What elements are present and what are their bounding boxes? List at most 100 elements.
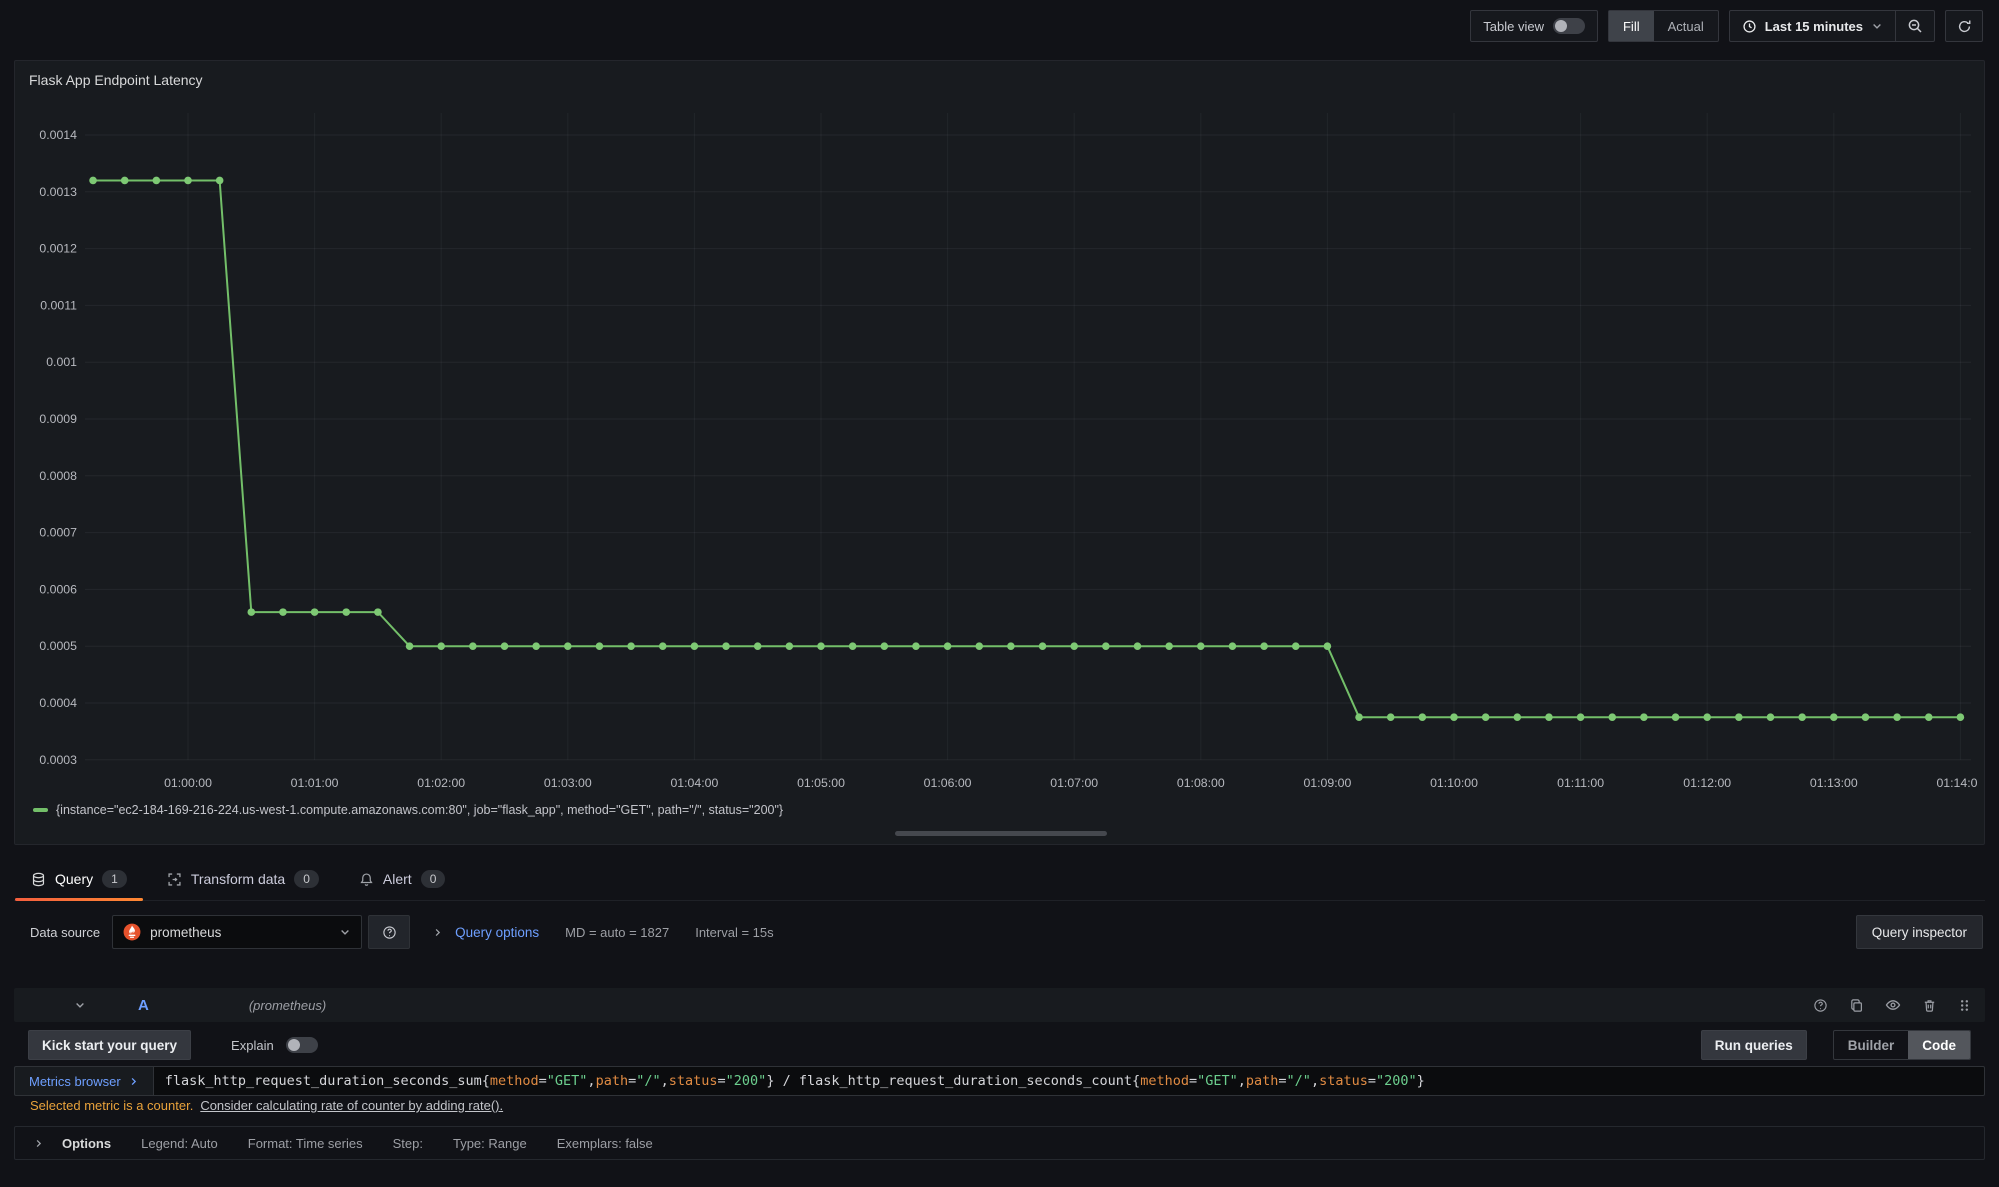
x-axis-tick: 01:08:00 bbox=[1177, 776, 1225, 790]
series-point bbox=[248, 608, 256, 616]
chevron-right-icon[interactable] bbox=[33, 1138, 44, 1149]
query-options-link[interactable]: Query options bbox=[455, 925, 539, 940]
query-ref-id[interactable]: A bbox=[138, 997, 149, 1014]
y-axis-tick: 0.0003 bbox=[39, 753, 77, 767]
code-mode-option[interactable]: Code bbox=[1908, 1031, 1970, 1059]
kick-start-query-button[interactable]: Kick start your query bbox=[28, 1030, 191, 1060]
query-token: } / flask_http_request_duration_seconds_… bbox=[766, 1073, 1140, 1089]
series-point bbox=[1735, 713, 1743, 721]
query-options-summary-row[interactable]: Options Legend: AutoFormat: Time seriesS… bbox=[14, 1126, 1985, 1160]
add-rate-link[interactable]: Consider calculating rate of counter by … bbox=[200, 1098, 503, 1113]
promql-query-input[interactable]: flask_http_request_duration_seconds_sum{… bbox=[153, 1066, 1985, 1096]
latency-chart-svg[interactable]: 0.00140.00130.00120.00110.0010.00090.000… bbox=[21, 87, 1978, 792]
tab-query[interactable]: Query1 bbox=[14, 858, 144, 900]
query-token: , bbox=[1238, 1073, 1246, 1089]
chevron-down-icon bbox=[1871, 20, 1883, 32]
series-point bbox=[437, 642, 445, 650]
y-axis-tick: 0.0011 bbox=[40, 298, 77, 312]
query-token: } bbox=[1417, 1073, 1425, 1089]
time-series-chart[interactable]: 0.00140.00130.00120.00110.0010.00090.000… bbox=[21, 87, 1978, 792]
option-item: Type: Range bbox=[453, 1136, 527, 1151]
x-axis-tick: 01:07:00 bbox=[1050, 776, 1098, 790]
series-point bbox=[501, 642, 509, 650]
query-token: = bbox=[1189, 1073, 1197, 1089]
series-point bbox=[1070, 642, 1078, 650]
query-token: = bbox=[1278, 1073, 1286, 1089]
zoom-out-button[interactable] bbox=[1895, 11, 1934, 41]
time-range-button[interactable]: Last 15 minutes bbox=[1730, 11, 1895, 41]
series-point bbox=[1039, 642, 1047, 650]
series-point bbox=[406, 642, 414, 650]
series-point bbox=[1197, 642, 1205, 650]
refresh-icon bbox=[1957, 19, 1972, 34]
series-point bbox=[1957, 713, 1965, 721]
max-data-points-text: MD = auto = 1827 bbox=[565, 925, 669, 940]
tab-alert[interactable]: Alert0 bbox=[342, 858, 462, 900]
series-point bbox=[121, 177, 129, 185]
y-axis-tick: 0.0005 bbox=[39, 639, 77, 653]
query-inspector-button[interactable]: Query inspector bbox=[1856, 915, 1983, 949]
series-point bbox=[311, 608, 319, 616]
drag-handle-icon[interactable] bbox=[1958, 998, 1971, 1013]
series-point bbox=[1324, 642, 1332, 650]
x-axis-tick: 01:02:00 bbox=[417, 776, 465, 790]
series-point bbox=[1450, 713, 1458, 721]
metrics-browser-button[interactable]: Metrics browser bbox=[14, 1066, 153, 1096]
duplicate-icon[interactable] bbox=[1849, 998, 1864, 1013]
tab-count-badge: 0 bbox=[294, 870, 319, 888]
series-point bbox=[1893, 713, 1901, 721]
explain-toggle[interactable] bbox=[286, 1037, 318, 1053]
datasource-help-button[interactable] bbox=[368, 915, 410, 949]
query-token: , bbox=[587, 1073, 595, 1089]
legend-series-color[interactable] bbox=[33, 808, 48, 812]
series-point bbox=[1134, 642, 1142, 650]
trash-icon[interactable] bbox=[1922, 998, 1937, 1013]
query-token: path bbox=[596, 1073, 629, 1089]
eye-icon[interactable] bbox=[1885, 997, 1901, 1013]
query-token: status bbox=[669, 1073, 718, 1089]
query-token: = bbox=[718, 1073, 726, 1089]
series-point bbox=[1703, 713, 1711, 721]
toggle-knob bbox=[288, 1039, 300, 1051]
x-axis-tick: 01:10:00 bbox=[1430, 776, 1478, 790]
series-point bbox=[691, 642, 699, 650]
query-row-header[interactable]: A (prometheus) bbox=[14, 988, 1985, 1022]
chart-legend: {instance="ec2-184-169-216-224.us-west-1… bbox=[33, 803, 783, 817]
table-view-toggle[interactable] bbox=[1553, 18, 1585, 34]
query-row-actions bbox=[1813, 997, 1971, 1013]
series-point bbox=[1608, 713, 1616, 721]
x-axis-tick: 01:01:00 bbox=[291, 776, 339, 790]
series-point bbox=[912, 642, 920, 650]
query-token: "/" bbox=[636, 1073, 660, 1089]
help-circle-icon[interactable] bbox=[1813, 998, 1828, 1013]
series-point bbox=[374, 608, 382, 616]
series-point bbox=[944, 642, 952, 650]
chevron-right-icon bbox=[432, 927, 443, 938]
series-point bbox=[1419, 713, 1427, 721]
refresh-button[interactable] bbox=[1945, 10, 1983, 42]
x-axis-tick: 01:14:00 bbox=[1936, 776, 1978, 790]
actual-option[interactable]: Actual bbox=[1654, 11, 1718, 41]
database-icon bbox=[31, 872, 46, 887]
tab-transform-data[interactable]: Transform data 0 bbox=[150, 858, 336, 900]
run-queries-button[interactable]: Run queries bbox=[1701, 1030, 1807, 1060]
datasource-picker[interactable]: prometheus bbox=[112, 915, 362, 949]
options-label: Options bbox=[62, 1136, 111, 1151]
series-point bbox=[596, 642, 604, 650]
tab-label: Transform data bbox=[191, 871, 285, 887]
legend-series-label[interactable]: {instance="ec2-184-169-216-224.us-west-1… bbox=[56, 803, 783, 817]
explain-label: Explain bbox=[231, 1038, 274, 1053]
series-point bbox=[1387, 713, 1395, 721]
y-axis-tick: 0.0009 bbox=[39, 412, 77, 426]
fill-option[interactable]: Fill bbox=[1609, 11, 1654, 41]
series-point bbox=[975, 642, 983, 650]
y-axis-tick: 0.0013 bbox=[39, 185, 77, 199]
query-token: status bbox=[1319, 1073, 1368, 1089]
builder-mode-option[interactable]: Builder bbox=[1834, 1031, 1909, 1059]
horizontal-scrollbar[interactable] bbox=[895, 831, 1107, 836]
query-token: "200" bbox=[726, 1073, 767, 1089]
collapse-query-icon[interactable] bbox=[74, 999, 86, 1011]
promql-editor-row: Metrics browser flask_http_request_durat… bbox=[14, 1066, 1985, 1096]
x-axis-tick: 01:11:00 bbox=[1557, 776, 1604, 790]
query-token: method bbox=[1140, 1073, 1189, 1089]
